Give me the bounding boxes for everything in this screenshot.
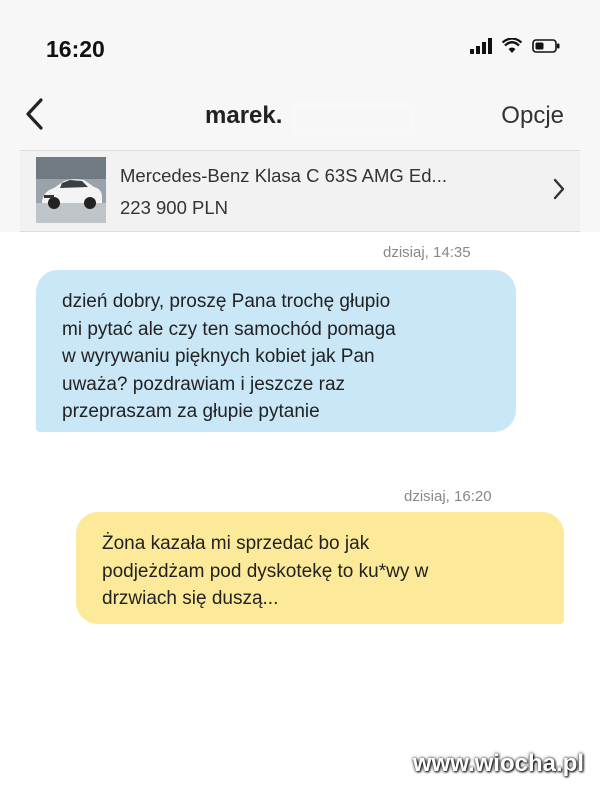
options-button[interactable]: Opcje <box>501 102 564 130</box>
wifi-icon <box>502 38 522 54</box>
conversation-title: marek. <box>205 102 283 129</box>
message-bubble-incoming[interactable]: dzień dobry, proszę Pana trochę głupio m… <box>36 270 516 432</box>
message-text: Żona kazała mi sprzedać bo jak podjeżdża… <box>102 533 429 609</box>
battery-icon <box>532 39 560 53</box>
chevron-left-icon <box>23 97 45 136</box>
status-bar: 16:20 <box>0 0 600 80</box>
chevron-right-icon <box>552 177 566 206</box>
message-bubble-outgoing[interactable]: Żona kazała mi sprzedać bo jak podjeżdża… <box>76 512 564 624</box>
signal-icon <box>470 38 492 54</box>
listing-card[interactable]: Mercedes-Benz Klasa C 63S AMG Ed... 223 … <box>20 150 580 232</box>
listing-price: 223 900 PLN <box>120 197 229 218</box>
redaction-blur <box>290 102 415 136</box>
message-text: dzień dobry, proszę Pana trochę głupio m… <box>62 291 396 422</box>
nav-bar: marek. Opcje <box>0 80 600 150</box>
message-timestamp: dzisiaj, 16:20 <box>404 488 492 505</box>
watermark: www.wiocha.pl <box>412 750 584 777</box>
status-icons <box>470 38 560 54</box>
status-time: 16:20 <box>46 36 105 62</box>
listing-title: Mercedes-Benz Klasa C 63S AMG Ed... <box>120 165 447 186</box>
back-button[interactable] <box>14 94 54 138</box>
message-timestamp: dzisiaj, 14:35 <box>383 244 471 261</box>
car-thumbnail <box>36 157 106 223</box>
